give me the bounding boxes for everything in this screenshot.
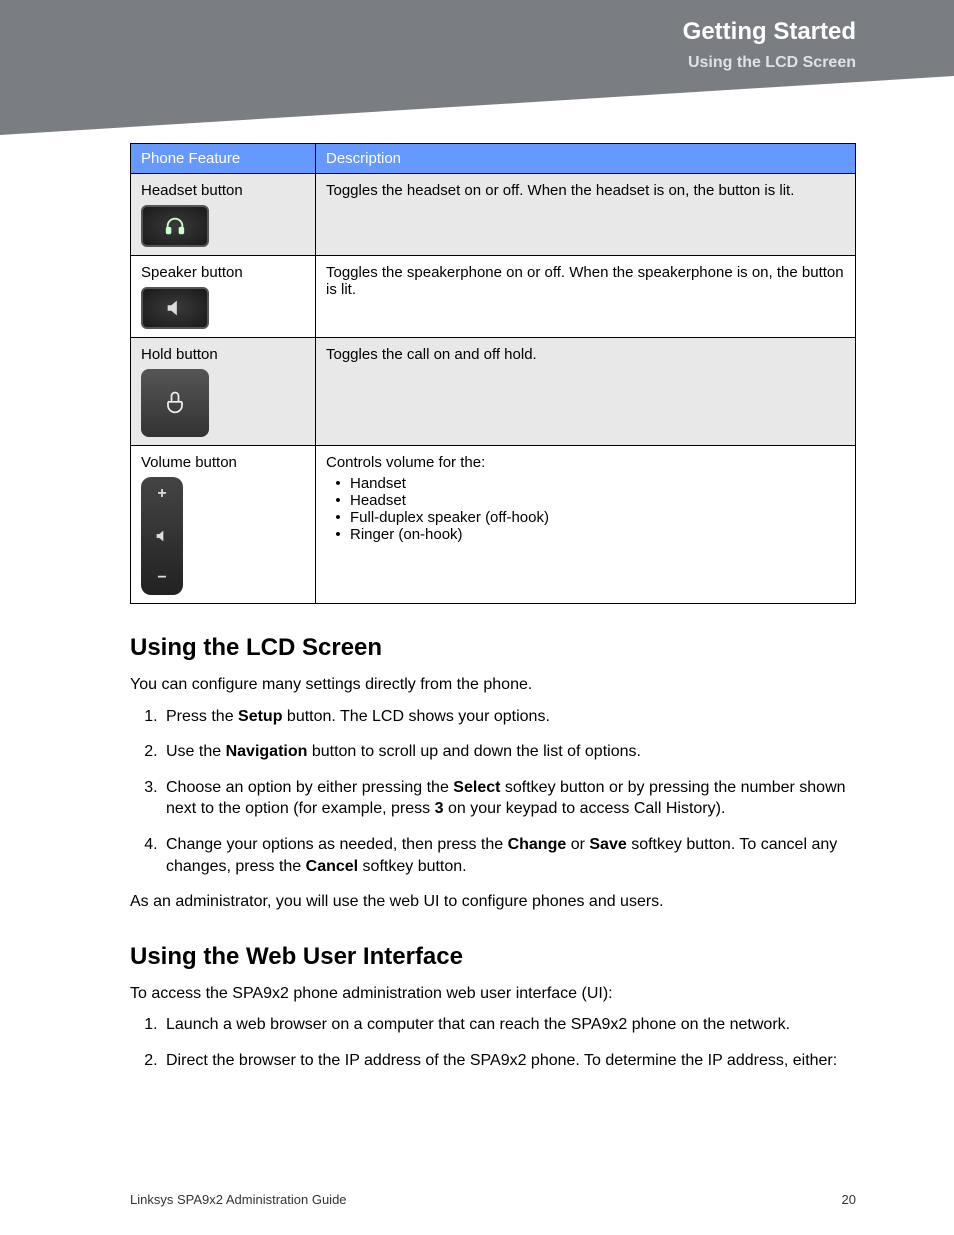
column-header-feature: Phone Feature (131, 144, 316, 174)
list-item: Press the Setup button. The LCD shows yo… (162, 706, 856, 728)
list-item: Handset (326, 475, 845, 492)
table-row: Hold button Toggles the call on and off … (131, 338, 856, 446)
list-item: Use the Navigation button to scroll up a… (162, 741, 856, 763)
list-item: Ringer (on-hook) (326, 526, 845, 543)
feature-description: Toggles the call on and off hold. (316, 338, 856, 446)
page-footer: Linksys SPA9x2 Administration Guide 20 (130, 1192, 856, 1207)
steps-list: Press the Setup button. The LCD shows yo… (130, 706, 856, 878)
list-item: Change your options as needed, then pres… (162, 834, 856, 877)
steps-list: Launch a web browser on a computer that … (130, 1014, 856, 1071)
feature-label: Headset button (141, 182, 305, 199)
table-row: Headset button Toggles the headset on or… (131, 174, 856, 256)
volume-button-icon: + − (141, 477, 183, 595)
paragraph: To access the SPA9x2 phone administratio… (130, 983, 856, 1005)
table-row: Volume button + − Controls volume for th… (131, 446, 856, 604)
minus-icon: − (157, 569, 166, 587)
list-item: Launch a web browser on a computer that … (162, 1014, 856, 1036)
feature-table: Phone Feature Description Headset button… (130, 143, 856, 604)
heading-web-ui: Using the Web User Interface (130, 943, 856, 971)
feature-label: Volume button (141, 454, 305, 471)
chapter-title: Getting Started (0, 18, 954, 46)
headset-button-icon (141, 205, 209, 247)
list-item: Full-duplex speaker (off-hook) (326, 509, 845, 526)
plus-icon: + (157, 485, 166, 503)
section-title: Using the LCD Screen (0, 54, 954, 72)
feature-description: Toggles the speakerphone on or off. When… (316, 256, 856, 338)
heading-lcd: Using the LCD Screen (130, 634, 856, 662)
list-item: Headset (326, 492, 845, 509)
hold-button-icon (141, 369, 209, 437)
table-row: Speaker button Toggles the speakerphone … (131, 256, 856, 338)
column-header-description: Description (316, 144, 856, 174)
list-item: Direct the browser to the IP address of … (162, 1050, 856, 1072)
feature-label: Hold button (141, 346, 305, 363)
paragraph: You can configure many settings directly… (130, 674, 856, 696)
page-content: Phone Feature Description Headset button… (0, 143, 954, 1072)
feature-description: Toggles the headset on or off. When the … (316, 174, 856, 256)
page-number: 20 (842, 1192, 856, 1207)
speaker-button-icon (141, 287, 209, 329)
page-header: Getting Started Using the LCD Screen (0, 0, 954, 135)
list-item: Choose an option by either pressing the … (162, 777, 856, 820)
feature-description: Controls volume for the: Handset Headset… (316, 446, 856, 604)
paragraph: As an administrator, you will use the we… (130, 891, 856, 913)
footer-title: Linksys SPA9x2 Administration Guide (130, 1192, 347, 1207)
feature-label: Speaker button (141, 264, 305, 281)
